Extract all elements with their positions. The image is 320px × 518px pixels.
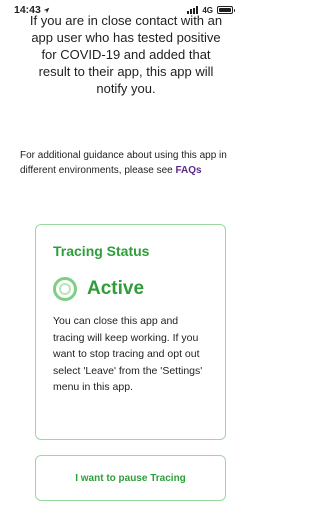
tracing-status-card: Tracing Status Active You can close this… [35,224,226,440]
radar-ring-icon [53,277,77,301]
pause-tracing-button[interactable]: I want to pause Tracing [35,455,226,501]
status-value: Active [87,278,145,299]
status-row: Active [53,277,208,301]
guidance-text: For additional guidance about using this… [20,148,230,178]
intro-text: If you are in close contact with an app … [29,13,223,96]
card-body: You can close this app and tracing will … [53,315,203,393]
faqs-link[interactable]: FAQs [175,165,201,176]
card-title: Tracing Status [53,243,150,259]
